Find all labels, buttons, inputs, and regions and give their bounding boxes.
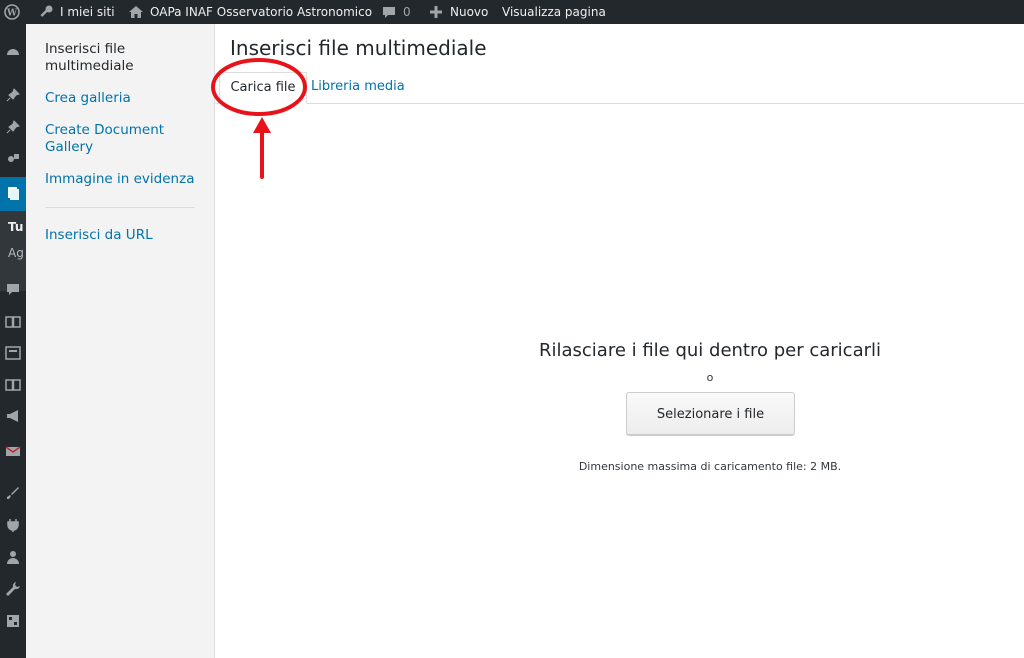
wrench-icon[interactable] <box>4 580 22 598</box>
site-name-link[interactable]: OAPa INAF Osservatorio Astronomico <box>128 0 372 24</box>
my-sites-link[interactable]: I miei siti <box>38 0 115 24</box>
wordpress-logo-icon[interactable]: W <box>4 0 20 24</box>
settings-icon[interactable] <box>4 612 22 630</box>
comments-menu-icon[interactable] <box>4 280 22 298</box>
admin-menu: Tu Ag <box>0 24 26 658</box>
menu-separator <box>45 207 195 208</box>
menu-featured-image[interactable]: Immagine in evidenza <box>45 171 205 188</box>
submenu-item-partial[interactable]: Tu <box>8 220 23 234</box>
drop-instructions: Rilasciare i file qui dentro per caricar… <box>538 340 882 361</box>
plus-icon <box>428 4 444 20</box>
key-icon <box>38 4 54 20</box>
dashboard-icon[interactable] <box>4 42 22 60</box>
comments-count: 0 <box>403 5 411 19</box>
site-name-label: OAPa INAF Osservatorio Astronomico <box>150 5 373 19</box>
comments-link[interactable]: 0 <box>381 0 411 24</box>
or-separator: o <box>706 371 714 384</box>
book-icon[interactable] <box>4 313 22 331</box>
select-files-button[interactable]: Selezionare i file <box>626 392 795 435</box>
brush-icon[interactable] <box>4 484 22 502</box>
admin-bar: W I miei siti OAPa INAF Osservatorio Ast… <box>0 0 1024 24</box>
menu-create-document-gallery[interactable]: Create Document Gallery <box>45 122 205 156</box>
tab-media-library[interactable]: Libreria media <box>301 72 415 104</box>
new-content-link[interactable]: Nuovo <box>428 0 488 24</box>
media-frame-content: Inserisci file multimediale Carica file … <box>215 24 1024 658</box>
pages-icon[interactable] <box>4 184 22 202</box>
submenu-item-partial-2[interactable]: Ag <box>8 246 24 260</box>
menu-insert-from-url[interactable]: Inserisci da URL <box>45 227 205 244</box>
pin-icon[interactable] <box>4 86 22 104</box>
comment-icon <box>381 4 397 20</box>
pin-icon-2[interactable] <box>4 118 22 136</box>
mail-icon[interactable] <box>4 442 22 460</box>
my-sites-label: I miei siti <box>60 5 115 19</box>
view-page-link[interactable]: Visualizza pagina <box>502 0 606 24</box>
megaphone-icon[interactable] <box>4 407 22 425</box>
menu-create-gallery[interactable]: Crea galleria <box>45 90 205 107</box>
tab-upload-files[interactable]: Carica file <box>219 72 307 104</box>
max-upload-size: Dimensione massima di caricamento file: … <box>578 460 842 473</box>
media-icon[interactable] <box>4 150 22 168</box>
media-frame-menu: Inserisci file multimediale Crea galleri… <box>26 24 215 658</box>
book-icon-2[interactable] <box>4 376 22 394</box>
new-label: Nuovo <box>450 5 489 19</box>
home-icon <box>128 4 144 20</box>
id-card-icon[interactable] <box>4 344 22 362</box>
view-page-label: Visualizza pagina <box>502 5 606 19</box>
user-icon[interactable] <box>4 548 22 566</box>
plugin-icon[interactable] <box>4 516 22 534</box>
svg-text:W: W <box>6 9 18 19</box>
page-title: Inserisci file multimediale <box>230 36 487 60</box>
menu-insert-media[interactable]: Inserisci file multimediale <box>45 41 205 75</box>
